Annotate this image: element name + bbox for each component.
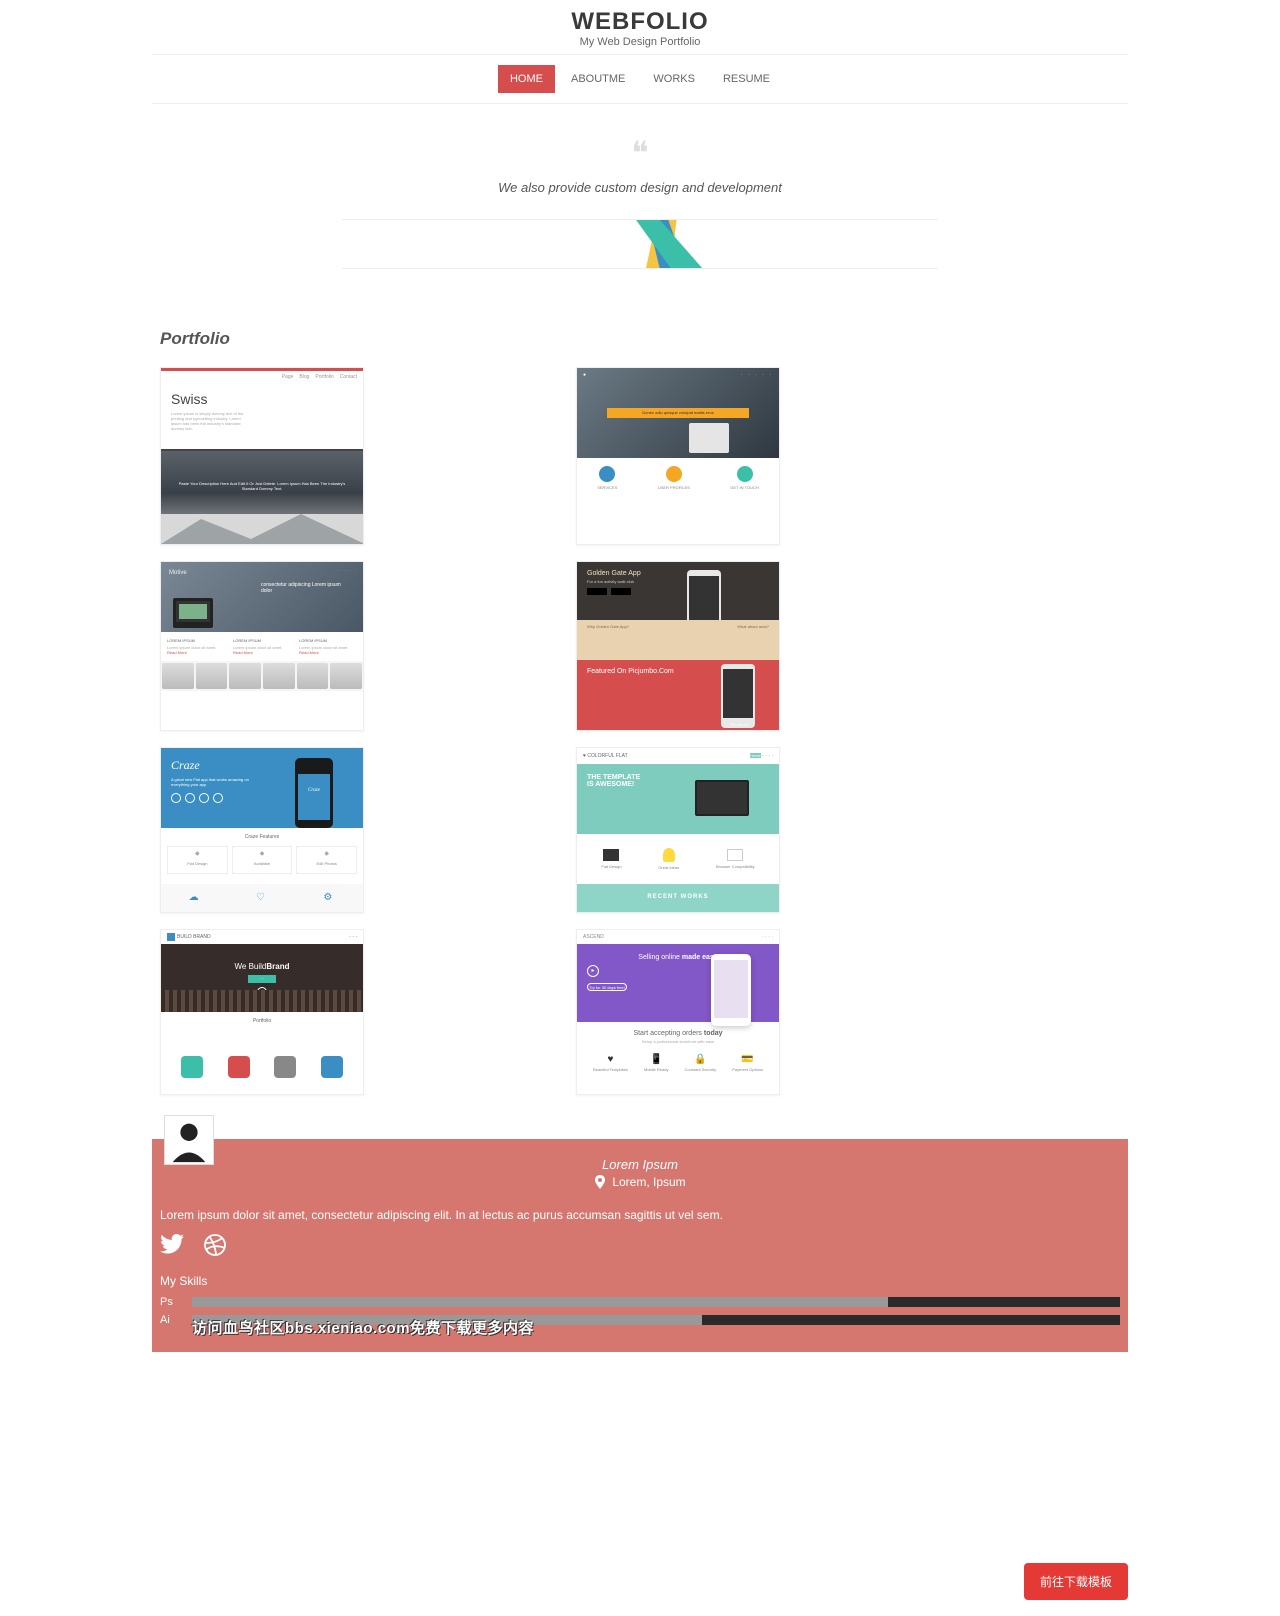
nav-home[interactable]: HOME <box>498 65 555 93</box>
pin-icon <box>594 1175 606 1189</box>
nav-aboutme[interactable]: ABOUTME <box>559 65 637 93</box>
thumb-title: Swiss <box>171 391 353 407</box>
twitter-icon[interactable] <box>160 1234 184 1262</box>
social-links <box>160 1234 1120 1262</box>
download-cta-button[interactable]: 前往下载模板 <box>1024 1563 1128 1600</box>
hero-illustration <box>342 219 938 269</box>
hero-quote: We also provide custom design and develo… <box>152 180 1128 195</box>
thumb-sub: Lorem ipsum is simply dummy text of the … <box>171 411 251 431</box>
quote-icon: ❝ <box>152 134 1128 172</box>
portfolio-item-buildbrand[interactable]: BUILD BRAND · · · We BuildBrand ··· ▸ Po… <box>160 929 364 1095</box>
main-nav: HOME ABOUTME WORKS RESUME <box>152 55 1128 104</box>
portfolio-item-swiss[interactable]: PageBlogPortfolioContact Swiss Lorem ips… <box>160 367 364 545</box>
portfolio-item-golden[interactable]: Golden Gate App For a fun activity walk … <box>576 561 780 731</box>
portfolio-item-craze[interactable]: Craze A great new Flat app that works am… <box>160 747 364 913</box>
skills-title: My Skills <box>160 1274 1120 1288</box>
profile-desc: Lorem ipsum dolor sit amet, consectetur … <box>160 1208 1120 1222</box>
portfolio-item-retina[interactable]: · · · · · Donec odio quisque volutpat ma… <box>576 367 780 545</box>
thumb-caption: Paste Your Description Here And Edit It … <box>171 481 353 491</box>
dribbble-icon[interactable] <box>204 1234 226 1262</box>
profile-name: Lorem Ipsum <box>160 1157 1120 1172</box>
nav-works[interactable]: WORKS <box>641 65 707 93</box>
pencil-icon <box>622 219 722 269</box>
skill-bar <box>192 1297 1120 1307</box>
portfolio-title: Portfolio <box>160 329 1120 349</box>
avatar[interactable] <box>164 1115 214 1165</box>
thumb-banner: Donec odio quisque volutpat mattis eros <box>607 408 749 418</box>
portfolio-item-ascend[interactable]: ASCEND · · · · Selling online made easy … <box>576 929 780 1095</box>
hero: ❝ We also provide custom design and deve… <box>152 104 1128 269</box>
watermark: 访问血鸟社区bbs.xieniao.com免费下载更多内容 <box>192 1317 534 1338</box>
portfolio-grid: PageBlogPortfolioContact Swiss Lorem ips… <box>160 367 1120 1095</box>
header: WEBFOLIO My Web Design Portfolio <box>152 0 1128 55</box>
skill-ps: Ps <box>160 1296 1120 1308</box>
footer: Lorem Ipsum Lorem, Ipsum Lorem ipsum dol… <box>152 1139 1128 1352</box>
portfolio-item-motive[interactable]: Motive · · · · · consectetur adipiscing … <box>160 561 364 731</box>
portfolio-item-colorful[interactable]: ♥ COLORFUL FLAT Home · · · · THE TEMPLAT… <box>576 747 780 913</box>
nav-resume[interactable]: RESUME <box>711 65 782 93</box>
tagline: My Web Design Portfolio <box>152 36 1128 48</box>
profile-location: Lorem, Ipsum <box>594 1175 685 1189</box>
logo[interactable]: WEBFOLIO <box>152 8 1128 36</box>
